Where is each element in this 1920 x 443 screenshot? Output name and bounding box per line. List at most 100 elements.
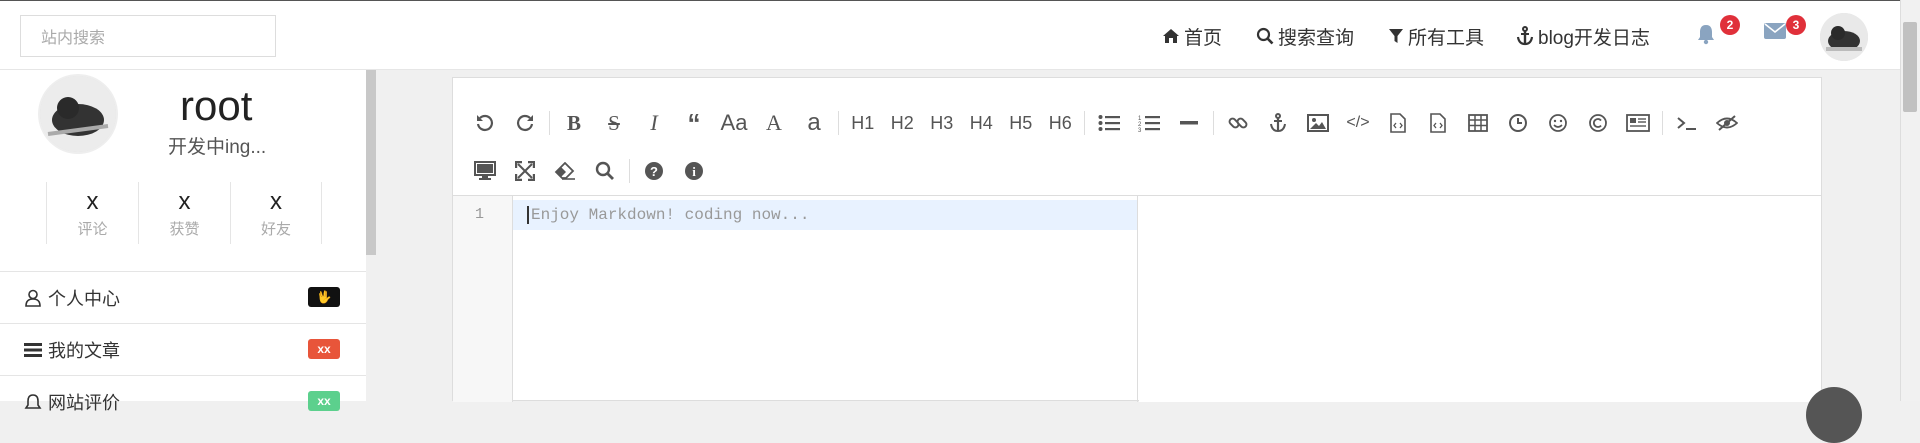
image-icon xyxy=(1307,114,1329,132)
page-scrollbar-thumb[interactable] xyxy=(1903,22,1917,112)
h5-icon: H5 xyxy=(1009,112,1033,133)
markdown-input[interactable]: Enjoy Markdown! coding now... xyxy=(513,196,1138,402)
user-avatar[interactable] xyxy=(1820,13,1868,61)
home-icon xyxy=(1163,29,1179,43)
image-button[interactable] xyxy=(1298,104,1338,142)
uppercase-button[interactable]: Aa xyxy=(714,104,754,142)
search-icon xyxy=(595,161,614,180)
sidebar-menu: 个人中心 🖖 我的文章 xx 网站评价 xx xyxy=(0,271,366,427)
toolbar-divider xyxy=(838,111,839,135)
help-button[interactable]: ? xyxy=(634,152,674,190)
nav-tools-label: 所有工具 xyxy=(1408,27,1485,49)
stat-likes[interactable]: x 获赞 xyxy=(138,182,230,244)
toolbar-divider xyxy=(1213,111,1214,135)
code-block-button[interactable] xyxy=(1378,104,1418,142)
terminal-icon xyxy=(1677,117,1696,130)
nav-home-link[interactable]: 首页 xyxy=(1162,1,1222,71)
svg-text:3: 3 xyxy=(1138,128,1142,132)
h1-button[interactable]: H1 xyxy=(843,104,883,142)
horizontal-rule-button[interactable] xyxy=(1169,104,1209,142)
emoji-button[interactable] xyxy=(1538,104,1578,142)
site-search-input[interactable]: 站内搜索 xyxy=(20,15,276,57)
info-button[interactable]: i xyxy=(674,152,714,190)
quote-button[interactable]: “ xyxy=(674,104,714,142)
ordered-list-button[interactable]: 123 xyxy=(1129,104,1169,142)
toolbar-divider xyxy=(549,111,550,135)
table-button[interactable] xyxy=(1458,104,1498,142)
minus-icon xyxy=(1180,121,1198,125)
info-circle-icon: i xyxy=(685,162,703,180)
sidebar-item-badge: xx xyxy=(308,339,340,359)
html-entities-button[interactable] xyxy=(1578,104,1618,142)
h6-button[interactable]: H6 xyxy=(1041,104,1081,142)
h3-button[interactable]: H3 xyxy=(922,104,962,142)
sidebar-scrollbar[interactable] xyxy=(366,70,376,255)
h4-button[interactable]: H4 xyxy=(962,104,1002,142)
h3-icon: H3 xyxy=(930,112,954,133)
strikethrough-button[interactable]: S xyxy=(594,104,634,142)
notifications-button[interactable] xyxy=(1696,23,1716,50)
notifications-count-badge: 2 xyxy=(1720,15,1740,35)
watch-toggle-button[interactable] xyxy=(1707,104,1747,142)
eraser-icon xyxy=(554,162,575,180)
h5-button[interactable]: H5 xyxy=(1001,104,1041,142)
stat-label: 好友 xyxy=(260,220,291,238)
toolbar-divider xyxy=(1662,111,1663,135)
unordered-list-button[interactable] xyxy=(1089,104,1129,142)
redo-icon xyxy=(517,114,534,131)
datetime-button[interactable] xyxy=(1498,104,1538,142)
undo-icon xyxy=(476,114,493,131)
goto-line-button[interactable] xyxy=(1667,104,1707,142)
editor-toolbar-row2: ? i xyxy=(465,152,714,190)
editor-body: 1 Enjoy Markdown! coding now... xyxy=(453,195,1821,402)
profile-username: root xyxy=(180,82,253,129)
anchor-icon xyxy=(1516,26,1534,46)
profile-motto: 开发中ing... xyxy=(168,137,267,158)
quote-icon: “ xyxy=(687,107,701,138)
filter-icon xyxy=(1389,29,1403,43)
stat-friends[interactable]: x 好友 xyxy=(230,182,322,244)
search-replace-button[interactable] xyxy=(585,152,625,190)
sidebar-item-review[interactable]: 网站评价 xx xyxy=(0,375,366,427)
question-circle-icon: ? xyxy=(645,162,663,180)
bell-icon xyxy=(1698,25,1714,45)
clear-button[interactable] xyxy=(545,152,585,190)
h1-icon: H1 xyxy=(851,112,875,133)
nav-blog-link[interactable]: blog开发日志 xyxy=(1516,1,1650,71)
stat-comments[interactable]: x 评论 xyxy=(46,182,138,244)
undo-button[interactable] xyxy=(465,104,505,142)
italic-button[interactable]: I xyxy=(634,104,674,142)
search-icon xyxy=(1256,27,1274,45)
line-number: 1 xyxy=(475,206,485,223)
svg-text:i: i xyxy=(692,164,696,179)
back-to-top-button[interactable] xyxy=(1806,387,1862,443)
nav-tools-link[interactable]: 所有工具 xyxy=(1388,1,1484,71)
lowercase-button[interactable]: a xyxy=(794,104,834,142)
bold-button[interactable]: B xyxy=(554,104,594,142)
anchor-button[interactable] xyxy=(1258,104,1298,142)
font-upper-icon: A xyxy=(766,110,782,135)
nav-search-link[interactable]: 搜索查询 xyxy=(1256,1,1354,71)
link-button[interactable] xyxy=(1218,104,1258,142)
inline-code-button[interactable]: </> xyxy=(1338,104,1378,142)
messages-button[interactable] xyxy=(1764,23,1786,44)
stat-value: x xyxy=(270,187,282,215)
capitalize-button[interactable]: A xyxy=(754,104,794,142)
fullscreen-button[interactable] xyxy=(505,152,545,190)
preview-button[interactable] xyxy=(465,152,505,190)
h2-button[interactable]: H2 xyxy=(883,104,923,142)
file-code-icon xyxy=(1390,113,1406,133)
preview-pane xyxy=(1139,196,1821,402)
sidebar-item-articles[interactable]: 我的文章 xx xyxy=(0,323,366,375)
italic-icon: I xyxy=(650,110,658,135)
clock-icon xyxy=(1509,114,1527,132)
sidebar-item-label: 我的文章 xyxy=(48,340,120,361)
profile-stats: x 评论 x 获赞 x 好友 xyxy=(46,182,322,244)
sidebar-item-profile[interactable]: 个人中心 🖖 xyxy=(0,271,366,323)
sidebar-item-label: 个人中心 xyxy=(48,288,120,309)
redo-button[interactable] xyxy=(505,104,545,142)
toolbar-divider xyxy=(1084,111,1085,135)
preformatted-code-button[interactable] xyxy=(1418,104,1458,142)
pagebreak-button[interactable] xyxy=(1618,104,1658,142)
bell-icon xyxy=(24,393,42,409)
